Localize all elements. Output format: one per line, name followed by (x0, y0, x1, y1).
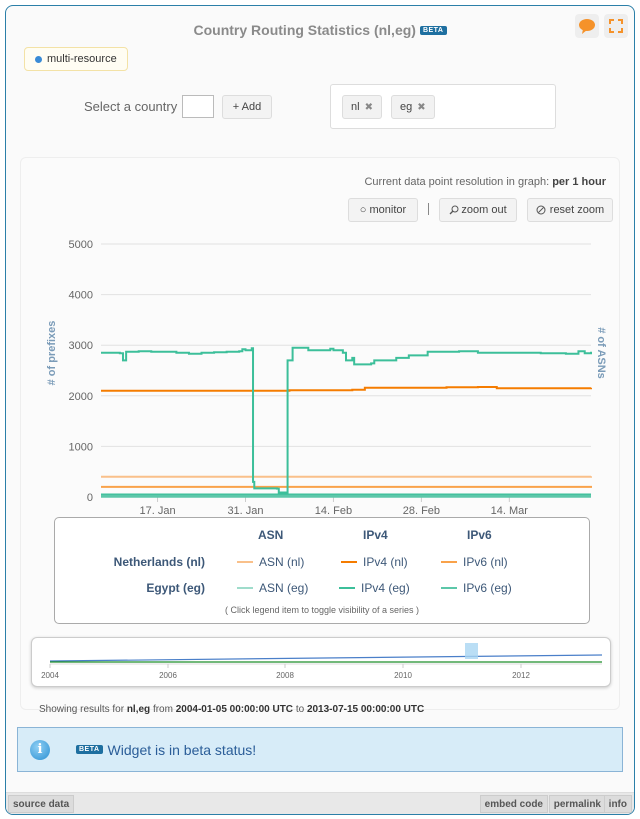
legend-row-egypt: Egypt (eg) (146, 581, 205, 595)
speech-bubble-icon (579, 19, 595, 34)
x-tick-label: 28. Feb (403, 505, 440, 517)
beta-status-message: i BETA Widget is in beta status! (17, 727, 623, 772)
series-group (101, 346, 592, 498)
legend-item-ipv4-eg[interactable]: IPv4 (eg) (339, 581, 410, 595)
showing-resources: nl,eg (126, 704, 151, 715)
x-tick-label: 14. Mar (491, 505, 529, 517)
legend-item-label: IPv4 (nl) (363, 555, 408, 569)
navigator-tick-label: 2012 (512, 671, 530, 680)
navigator[interactable]: 2004 2006 2008 2010 2012 (31, 637, 611, 687)
chip-label: nl (351, 101, 360, 113)
showing-from: from (152, 704, 173, 715)
legend-item-asn-eg[interactable]: ASN (eg) (237, 581, 308, 595)
fullscreen-button[interactable] (604, 14, 628, 38)
navigator-tick-label: 2010 (394, 671, 412, 680)
swatch (441, 561, 457, 563)
navigator-ticks: 2004 2006 2008 2010 2012 (41, 664, 530, 680)
chip-label: eg (400, 101, 413, 113)
legend-col-ipv4: IPv4 (363, 528, 388, 542)
x-tick-label: 17. Jan (139, 505, 175, 517)
legend-item-label: IPv6 (nl) (463, 555, 508, 569)
y-tick-label: 4000 (69, 290, 93, 302)
y-tick-label: 0 (87, 492, 93, 504)
chart-legend: ASN IPv4 IPv6 Netherlands (nl) ASN (nl) … (54, 517, 590, 624)
showing-start: 2004-01-05 00:00:00 UTC (175, 704, 294, 715)
series-line-ipv4-nl[interactable] (101, 385, 592, 392)
widget-title: Country Routing Statistics (nl,eg) BETA (6, 22, 634, 38)
remove-icon[interactable]: ✖ (365, 102, 373, 113)
legend-item-ipv6-nl[interactable]: IPv6 (nl) (441, 555, 508, 569)
resource-tag[interactable]: multi-resource (24, 47, 128, 71)
legend-item-label: ASN (nl) (259, 555, 305, 569)
widget-footer: source data embed code permalink info (6, 792, 634, 814)
grid-lines (101, 243, 591, 498)
legend-row-netherlands: Netherlands (nl) (113, 555, 205, 569)
widget-container: Country Routing Statistics (nl,eg) BETA m… (5, 5, 635, 815)
x-axis-ticks: 17. Jan 31. Jan 14. Feb 28. Feb 14. Mar (139, 497, 528, 517)
permalink-button[interactable]: permalink (548, 795, 606, 813)
legend-item-label: IPv6 (eg) (463, 581, 512, 595)
legend-item-ipv4-nl[interactable]: IPv4 (nl) (341, 555, 408, 569)
y-axis-ticks: 0 1000 2000 3000 4000 5000 (69, 239, 93, 504)
chart-panel: Current data point resolution in graph: … (20, 157, 621, 715)
y-tick-label: 2000 (69, 391, 93, 403)
legend-col-asn: ASN (258, 528, 284, 542)
showing-prefix: Showing results for (39, 704, 125, 715)
beta-badge: BETA (419, 26, 447, 35)
swatch (441, 587, 457, 589)
info-button[interactable]: info (603, 795, 632, 813)
swatch (339, 587, 355, 589)
legend-item-asn-nl[interactable]: ASN (nl) (237, 555, 304, 569)
country-input[interactable] (182, 95, 214, 118)
series-line-asn-nl[interactable] (101, 475, 592, 478)
x-tick-label: 31. Jan (227, 505, 263, 517)
series-line-asn-eg[interactable] (101, 346, 592, 494)
widget-title-text: Country Routing Statistics (nl,eg) (193, 22, 416, 38)
y-axis-label-right: # of ASNs (595, 327, 607, 379)
feedback-button[interactable] (575, 14, 599, 38)
legend-col-ipv6: IPv6 (467, 528, 492, 542)
legend-item-label: IPv4 (eg) (361, 581, 410, 595)
remove-icon[interactable]: ✖ (417, 102, 425, 113)
navigator-selection-handle[interactable] (465, 643, 478, 659)
select-country-label: Select a country (84, 99, 178, 114)
navigator-tick-label: 2004 (41, 671, 59, 680)
info-icon: i (30, 739, 50, 760)
showing-to: to (295, 704, 305, 715)
country-chip-nl[interactable]: nl ✖ (342, 95, 382, 119)
selected-countries-box: nl ✖ eg ✖ (330, 84, 556, 129)
beta-message-text: Widget is in beta status! (107, 741, 257, 758)
y-tick-label: 1000 (69, 441, 93, 453)
y-axis-label-left: # of prefixes (46, 321, 58, 386)
series-line-ipv6-nl[interactable] (101, 485, 592, 488)
y-tick-label: 5000 (69, 239, 93, 251)
swatch (237, 561, 253, 563)
country-chip-eg[interactable]: eg ✖ (391, 95, 435, 119)
dot-icon (35, 55, 42, 63)
legend-item-label: ASN (eg) (259, 581, 309, 595)
resource-tag-label: multi-resource (47, 53, 117, 65)
navigator-chart[interactable]: 2004 2006 2008 2010 2012 (32, 638, 612, 688)
navigator-series-blue (49, 654, 603, 662)
navigator-tick-label: 2006 (159, 671, 177, 680)
swatch (341, 561, 357, 563)
expand-icon (609, 19, 623, 33)
beta-badge: BETA (76, 745, 103, 754)
showing-results-text: Showing results for nl,eg from 2004-01-0… (39, 704, 424, 715)
y-tick-label: 3000 (69, 340, 93, 352)
swatch (237, 587, 253, 589)
embed-code-button[interactable]: embed code (479, 795, 548, 813)
x-tick-label: 14. Feb (315, 505, 352, 517)
legend-note: ( Click legend item to toggle visibility… (224, 605, 420, 615)
main-chart[interactable]: 0 1000 2000 3000 4000 5000 17. Jan 31. Jan 14. … (21, 158, 621, 518)
source-data-button[interactable]: source data (8, 795, 75, 813)
add-country-button[interactable]: + Add (222, 95, 272, 119)
showing-end: 2013-07-15 00:00:00 UTC (306, 704, 425, 715)
legend-item-ipv6-eg[interactable]: IPv6 (eg) (441, 581, 512, 595)
navigator-tick-label: 2008 (276, 671, 294, 680)
